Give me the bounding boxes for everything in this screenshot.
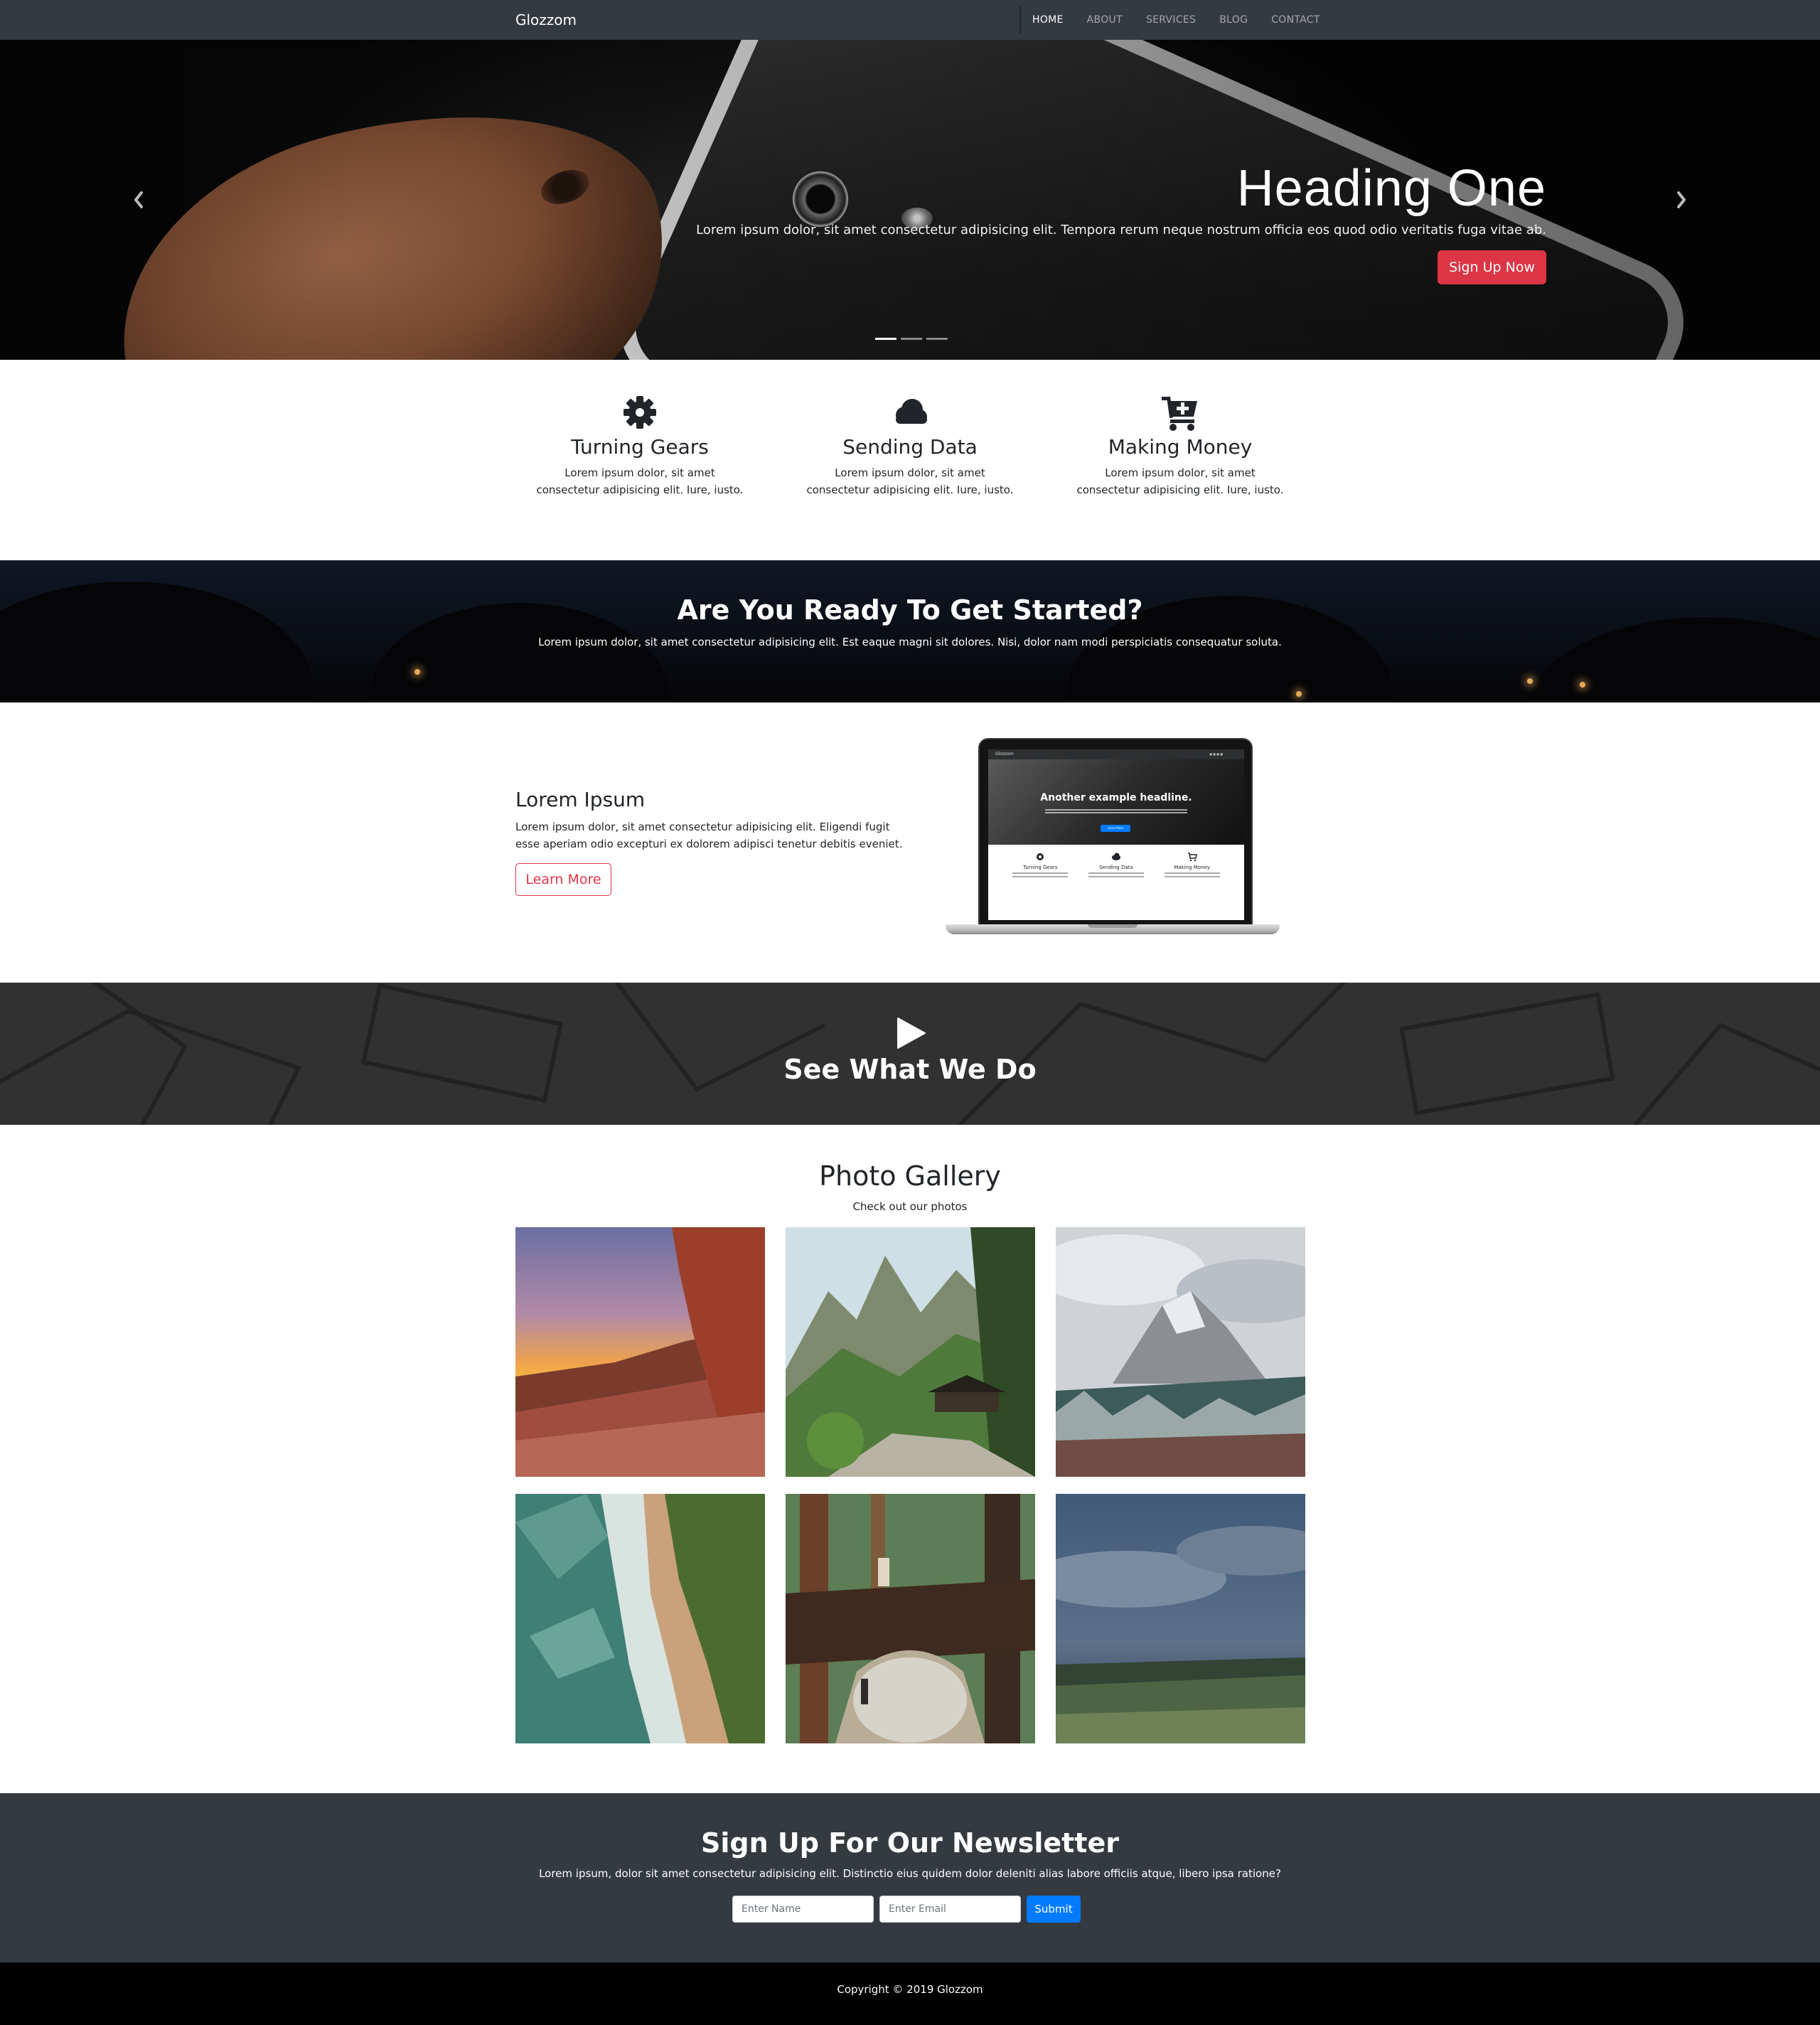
newsletter-form: Submit	[732, 1896, 1081, 1923]
mini-feature-title: Making Money	[1174, 865, 1210, 870]
photo-gallery-section: Photo Gallery Check out our photos	[0, 1125, 1820, 1793]
mini-subtext	[1045, 808, 1187, 815]
carousel-indicators	[873, 338, 950, 340]
feature-text: Lorem ipsum dolor, sit amet consectetur …	[1076, 466, 1284, 496]
laptop-lid: Glozzom ■ ■ ■ ■ Another example headline…	[978, 738, 1253, 926]
copyright-text: Copyright © 2019 Glozzom	[837, 1983, 983, 1996]
photo-snowy-peak	[1056, 1227, 1305, 1477]
photo-mountain-temple	[786, 1227, 1035, 1477]
gallery-photo-forest-log-tunnel[interactable]	[786, 1494, 1035, 1743]
photo-coastline-aerial	[515, 1494, 765, 1743]
light-spot	[1296, 691, 1302, 697]
learn-more-button[interactable]: Learn More	[515, 863, 611, 896]
feature-text: Lorem ipsum dolor, sit amet consectetur …	[536, 466, 744, 496]
hero-carousel: Heading One Lorem ipsum dolor, sit amet …	[0, 40, 1820, 360]
gallery-photo-canyon-sunset[interactable]	[515, 1227, 765, 1477]
navbar-brand[interactable]: Glozzom	[515, 0, 577, 40]
email-input[interactable]	[879, 1896, 1021, 1923]
gallery-photo-snowy-peak[interactable]	[1056, 1227, 1305, 1477]
gear-icon	[1037, 853, 1044, 860]
light-spot	[414, 669, 420, 675]
tree-silhouette	[1529, 617, 1820, 702]
carousel-indicator-1[interactable]	[875, 338, 896, 340]
submit-button[interactable]: Submit	[1027, 1896, 1081, 1923]
mini-features: Turning Gears Sending Data Making Money	[988, 845, 1244, 877]
video-title: See What We Do	[783, 1054, 1037, 1085]
nav-link-home[interactable]: HOME	[1032, 14, 1064, 26]
mini-hero: Another example headline. Learn More	[988, 759, 1244, 845]
hero-heading: Heading One	[1236, 160, 1546, 217]
mini-feature-title: Turning Gears	[1023, 865, 1058, 870]
nav-link-services[interactable]: SERVICES	[1146, 14, 1196, 26]
light-spot	[1580, 682, 1585, 688]
cta-title: Are You Ready To Get Started?	[677, 594, 1143, 626]
mini-headline: Another example headline.	[1040, 792, 1192, 803]
cta-text: Lorem ipsum dolor, sit amet consectetur …	[538, 636, 1282, 648]
nav-link-contact[interactable]: CONTACT	[1271, 14, 1320, 26]
nav-link-blog[interactable]: BLOG	[1219, 14, 1248, 26]
sign-up-now-button[interactable]: Sign Up Now	[1438, 250, 1546, 285]
footer: Copyright © 2019 Glozzom	[0, 1962, 1820, 2025]
laptop-notch	[1088, 924, 1138, 928]
gear-icon	[623, 396, 656, 429]
nav-links: HOME ABOUT SERVICES BLOG CONTACT	[1032, 0, 1344, 40]
chevron-left-icon[interactable]	[129, 186, 146, 214]
feature-title: Turning Gears	[571, 435, 709, 459]
newsletter-title: Sign Up For Our Newsletter	[701, 1827, 1119, 1859]
gallery-photo-mountain-temple[interactable]	[786, 1227, 1035, 1477]
info-text: Lorem ipsum dolor, sit amet consectetur …	[515, 821, 903, 850]
video-section: See What We Do	[0, 983, 1820, 1125]
photo-forest-log-tunnel	[786, 1494, 1035, 1743]
mini-feature: Sending Data	[1084, 852, 1148, 877]
mini-feature-title: Sending Data	[1099, 865, 1133, 870]
mini-navbar: Glozzom ■ ■ ■ ■	[988, 749, 1244, 759]
info-section: Lorem Ipsum Lorem ipsum dolor, sit amet …	[0, 702, 1820, 983]
carousel-indicator-2[interactable]	[901, 338, 922, 340]
cloud-icon	[1111, 853, 1120, 860]
feature-text: Lorem ipsum dolor, sit amet consectetur …	[806, 466, 1014, 496]
newsletter-text: Lorem ipsum, dolor sit amet consectetur …	[539, 1867, 1281, 1880]
feature-sending-data: Sending Data Lorem ipsum dolor, sit amet…	[803, 392, 1017, 498]
features-section: Turning Gears Lorem ipsum dolor, sit ame…	[0, 360, 1820, 560]
newsletter-section: Sign Up For Our Newsletter Lorem ipsum, …	[0, 1793, 1820, 1962]
photo-storm-field	[1056, 1494, 1305, 1743]
light-spot	[1527, 678, 1533, 684]
feature-turning-gears: Turning Gears Lorem ipsum dolor, sit ame…	[533, 392, 746, 498]
feature-title: Making Money	[1108, 435, 1253, 459]
info-heading: Lorem Ipsum	[515, 788, 646, 811]
mini-button: Learn More	[1101, 825, 1130, 832]
gallery-subtitle: Check out our photos	[852, 1200, 968, 1213]
mini-feature: Making Money	[1160, 852, 1224, 877]
laptop-screen: Glozzom ■ ■ ■ ■ Another example headline…	[988, 749, 1244, 920]
chevron-right-icon[interactable]	[1674, 186, 1691, 214]
photo-canyon-sunset	[515, 1227, 765, 1477]
nav-link-about[interactable]: ABOUT	[1087, 14, 1123, 26]
navbar: Glozzom HOME ABOUT SERVICES BLOG CONTACT	[0, 0, 1820, 40]
carousel-indicator-3[interactable]	[926, 338, 948, 340]
hero-text: Lorem ipsum dolor, sit amet consectetur …	[696, 223, 1546, 238]
gallery-photo-storm-field[interactable]	[1056, 1494, 1305, 1743]
mini-feature: Turning Gears	[1008, 852, 1072, 877]
gallery-title: Photo Gallery	[819, 1160, 1001, 1192]
name-input[interactable]	[732, 1896, 874, 1923]
mini-nav-links: ■ ■ ■ ■	[1209, 752, 1223, 756]
cart-plus-icon	[1162, 396, 1197, 431]
gallery-photo-coastline-aerial[interactable]	[515, 1494, 765, 1743]
mini-brand: Glozzom	[995, 752, 1014, 757]
play-icon[interactable]	[892, 1015, 928, 1051]
cloud-icon	[896, 399, 927, 424]
get-started-section: Are You Ready To Get Started? Lorem ipsu…	[0, 560, 1820, 702]
hero-caption: Heading One Lorem ipsum dolor, sit amet …	[693, 160, 1546, 285]
feature-title: Sending Data	[842, 435, 978, 459]
nav-divider	[1019, 6, 1021, 34]
feature-making-money: Making Money Lorem ipsum dolor, sit amet…	[1074, 392, 1287, 498]
cart-plus-icon	[1187, 853, 1197, 862]
laptop-image: Glozzom ■ ■ ■ ■ Another example headline…	[946, 738, 1280, 937]
